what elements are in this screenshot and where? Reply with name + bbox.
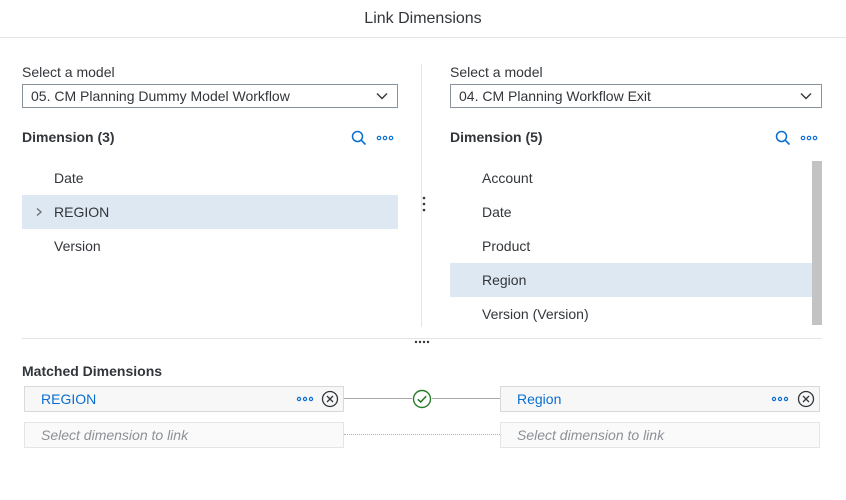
right-dimension-list: Account Date Product Region Version (Ver…	[450, 161, 812, 331]
search-icon[interactable]	[774, 129, 792, 147]
link-connector-dotted	[344, 434, 500, 435]
overflow-icon[interactable]	[376, 129, 394, 147]
list-item-selected[interactable]: REGION	[22, 195, 398, 229]
overflow-icon[interactable]	[296, 392, 314, 406]
list-item-label: Date	[54, 170, 84, 186]
horizontal-grip-icon[interactable]	[414, 339, 430, 345]
dialog-title: Link Dimensions	[364, 9, 482, 27]
list-item-label: Account	[482, 170, 533, 186]
remove-circle-icon[interactable]	[797, 390, 815, 408]
list-item[interactable]: Version (Version)	[450, 297, 812, 331]
chevron-down-icon[interactable]	[799, 89, 813, 103]
matched-right-label: Region	[517, 391, 562, 407]
right-model-value: 04. CM Planning Workflow Exit	[459, 88, 651, 104]
placeholder-right-text: Select dimension to link	[517, 427, 665, 443]
list-item[interactable]: Product	[450, 229, 812, 263]
left-model-select[interactable]: 05. CM Planning Dummy Model Workflow	[22, 84, 398, 108]
list-item[interactable]: Date	[22, 161, 398, 195]
list-item-label: Date	[482, 204, 512, 220]
link-connector-left	[344, 398, 412, 399]
search-icon[interactable]	[350, 129, 368, 147]
list-item[interactable]: Account	[450, 161, 812, 195]
link-placeholder-left[interactable]: Select dimension to link	[24, 422, 344, 448]
left-dimension-list: Date REGION Version	[22, 161, 398, 263]
link-placeholder-right[interactable]: Select dimension to link	[500, 422, 820, 448]
check-circle-icon	[412, 389, 432, 409]
matched-dimensions-title: Matched Dimensions	[22, 363, 163, 379]
scrollbar-thumb[interactable]	[812, 161, 822, 325]
overflow-icon[interactable]	[800, 129, 818, 147]
list-item[interactable]: Date	[450, 195, 812, 229]
vertical-grip-icon[interactable]	[420, 195, 428, 213]
placeholder-left-text: Select dimension to link	[41, 427, 189, 443]
list-item-label: Product	[482, 238, 531, 254]
left-dimension-header: Dimension (3)	[22, 129, 115, 145]
link-connector-right	[432, 398, 500, 399]
chevron-right-icon[interactable]	[34, 207, 44, 217]
dialog-header: Link Dimensions	[0, 0, 846, 38]
left-model-value: 05. CM Planning Dummy Model Workflow	[31, 88, 290, 104]
right-select-label: Select a model	[450, 64, 543, 80]
overflow-icon[interactable]	[771, 392, 789, 406]
left-select-label: Select a model	[22, 64, 115, 80]
list-item-label: Region	[482, 272, 527, 288]
list-item-label: Version (Version)	[482, 306, 589, 322]
right-dimension-header: Dimension (5)	[450, 129, 543, 145]
chevron-down-icon[interactable]	[375, 89, 389, 103]
right-model-select[interactable]: 04. CM Planning Workflow Exit	[450, 84, 822, 108]
list-item-selected[interactable]: Region	[450, 263, 812, 297]
remove-circle-icon[interactable]	[321, 390, 339, 408]
list-item[interactable]: Version	[22, 229, 398, 263]
matched-left-label: REGION	[41, 391, 97, 407]
list-item-label: Version	[54, 238, 101, 254]
list-item-label: REGION	[54, 204, 110, 220]
